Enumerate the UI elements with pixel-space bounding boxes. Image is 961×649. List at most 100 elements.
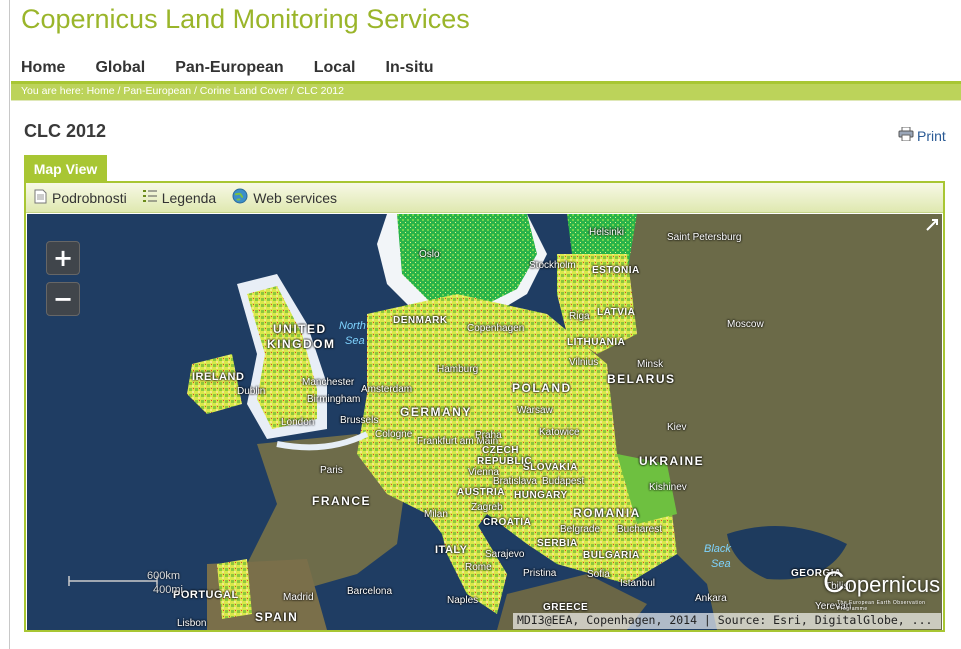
- breadcrumb-shadow: [11, 100, 961, 101]
- nav-pan-european[interactable]: Pan-European: [175, 59, 283, 81]
- city-warsaw: Warsaw: [517, 405, 553, 416]
- nav-global[interactable]: Global: [95, 59, 145, 81]
- city-katowice: Katowice: [539, 427, 580, 438]
- nav-local[interactable]: Local: [314, 59, 356, 81]
- city-copenhagen: Copenhagen: [467, 323, 525, 334]
- web-services-button[interactable]: Web services: [232, 188, 337, 207]
- print-label: Print: [917, 127, 946, 144]
- city-kiev: Kiev: [667, 422, 687, 433]
- city-budapest: Budapest: [542, 476, 585, 487]
- city-birmingham: Birmingham: [307, 394, 361, 405]
- label-italy: ITALY: [435, 544, 468, 556]
- sea-black-2: Sea: [711, 558, 731, 570]
- label-greece: GREECE: [543, 602, 589, 613]
- zoom-in-button[interactable]: +: [46, 241, 80, 275]
- city-bratislava: Bratislava: [493, 476, 537, 487]
- zoom-out-button[interactable]: −: [46, 282, 80, 316]
- city-sarajevo: Sarajevo: [485, 549, 525, 560]
- city-vilnius: Vilnius: [569, 357, 599, 368]
- city-madrid: Madrid: [283, 592, 314, 603]
- city-oslo: Oslo: [419, 249, 440, 260]
- details-label: Podrobnosti: [52, 189, 127, 206]
- city-milan: Milan: [424, 509, 448, 520]
- scale-mi: 400mi: [153, 584, 183, 596]
- label-croatia: CROATIA: [483, 517, 532, 528]
- label-estonia: ESTONIA: [592, 265, 640, 276]
- fullscreen-icon[interactable]: [925, 218, 939, 232]
- legend-label: Legenda: [161, 189, 217, 206]
- label-bulgaria: BULGARIA: [583, 550, 640, 561]
- breadcrumb: You are here: Home / Pan-European / Cori…: [11, 84, 961, 100]
- city-belgrade: Belgrade: [560, 524, 601, 535]
- label-france: FRANCE: [312, 494, 371, 508]
- scale-km: 600km: [147, 570, 181, 582]
- label-ireland: IRELAND: [192, 371, 245, 383]
- city-naples: Naples: [447, 595, 479, 606]
- label-poland: POLAND: [512, 381, 572, 395]
- city-pristina: Pristina: [523, 568, 557, 579]
- city-bucharest: Bucharest: [617, 524, 663, 535]
- label-germany: GERMANY: [400, 405, 472, 419]
- print-button[interactable]: Print: [898, 126, 946, 144]
- list-icon: [142, 189, 157, 206]
- label-spain: SPAIN: [255, 610, 299, 624]
- document-icon: [34, 189, 47, 207]
- city-moscow: Moscow: [727, 319, 764, 330]
- city-ankara: Ankara: [695, 593, 727, 604]
- site-title[interactable]: Copernicus Land Monitoring Services: [21, 4, 470, 35]
- city-stockholm: Stockholm: [529, 260, 576, 271]
- map-attribution: MDI3@EEA, Copenhagen, 2014 | Source: Esr…: [513, 613, 941, 629]
- city-london: London: [281, 417, 315, 428]
- label-romania: ROMANIA: [573, 506, 641, 520]
- nav-in-situ[interactable]: In-situ: [386, 59, 434, 81]
- page-title: CLC 2012: [24, 121, 107, 141]
- tab-map-view[interactable]: Map View: [24, 155, 107, 182]
- city-paris: Paris: [320, 465, 343, 476]
- sea-north-1: North: [339, 320, 366, 332]
- nav-home[interactable]: Home: [21, 59, 65, 81]
- main-nav: Home Global Pan-European Local In-situ: [21, 59, 464, 81]
- city-rome: Rome: [465, 562, 492, 573]
- copernicus-logo: Copernicus The European Earth Observatio…: [823, 566, 941, 612]
- label-serbia: SERBIA: [537, 538, 578, 549]
- globe-icon: [232, 188, 248, 207]
- label-republic: REPUBLIC: [477, 456, 533, 467]
- label-austria: AUSTRIA: [457, 487, 505, 498]
- city-istanbul: Istanbul: [620, 578, 656, 589]
- left-border: [9, 0, 10, 649]
- legend-button[interactable]: Legenda: [142, 189, 217, 206]
- city-riga: Riga: [569, 311, 590, 322]
- city-lisbon: Lisbon: [177, 618, 207, 629]
- label-kingdom: KINGDOM: [267, 337, 336, 351]
- breadcrumb-text[interactable]: You are here: Home / Pan-European / Cori…: [21, 85, 344, 97]
- printer-icon: [898, 126, 914, 144]
- label-ukraine: UKRAINE: [639, 454, 705, 468]
- city-saint-petersburg: Saint Petersburg: [667, 232, 742, 243]
- logo-text: opernicus: [844, 572, 941, 597]
- label-latvia: LATVIA: [597, 307, 636, 318]
- label-belarus: BELARUS: [607, 372, 676, 386]
- map-view[interactable]: + − UNITED KINGDOM IRELAND FRANCE GERMAN…: [27, 214, 942, 630]
- city-amsterdam: Amsterdam: [361, 384, 413, 395]
- city-brussels: Brussels: [340, 415, 379, 426]
- city-zagreb: Zagreb: [471, 502, 503, 513]
- city-dublin: Dublin: [237, 386, 266, 397]
- city-barcelona: Barcelona: [347, 586, 393, 597]
- map-toolbar: Podrobnosti Legenda Web services: [26, 183, 943, 213]
- city-manchester: Manchester: [302, 377, 355, 388]
- sea-black-1: Black: [704, 543, 731, 555]
- web-services-label: Web services: [253, 189, 338, 206]
- city-kishinev: Kishinev: [649, 482, 687, 493]
- city-hamburg: Hamburg: [437, 364, 479, 375]
- label-united: UNITED: [273, 322, 327, 336]
- label-lithuania: LITHUANIA: [567, 337, 626, 348]
- details-button[interactable]: Podrobnosti: [34, 189, 127, 207]
- sea-north-2: Sea: [345, 335, 365, 347]
- city-praha: Praha: [475, 430, 502, 441]
- map-panel: Podrobnosti Legenda Web services + − UNI…: [24, 181, 945, 632]
- label-denmark: DENMARK: [393, 315, 448, 326]
- city-minsk: Minsk: [637, 359, 664, 370]
- logo-subtitle: The European Earth Observation Programme: [837, 600, 926, 612]
- city-sofia: Sofia: [587, 569, 610, 580]
- label-hungary: HUNGARY: [514, 490, 568, 501]
